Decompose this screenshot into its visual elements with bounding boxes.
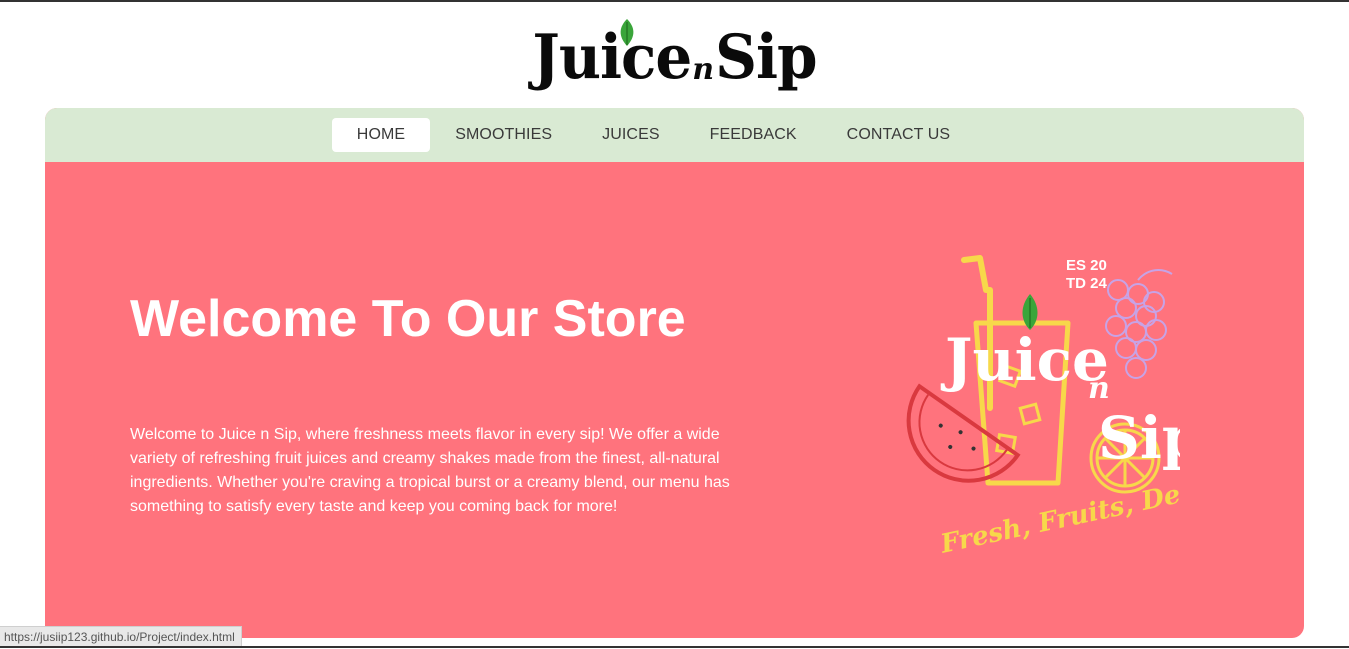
logo-word-juice: Juice (532, 21, 692, 93)
nav-item-home[interactable]: HOME (331, 118, 431, 152)
logo-word-n: n (692, 51, 715, 87)
main-navigation: HOME SMOOTHIES JUICES FEEDBACK CONTACT U… (45, 108, 1304, 162)
logo-word-sip: Sip (1098, 404, 1180, 472)
leaf-icon (620, 19, 634, 46)
logo-established-line2: TD 24 (1066, 275, 1108, 292)
logo-word-juice: Juice (940, 326, 1109, 394)
status-bar-url: https://jusiip123.github.io/Project/inde… (0, 626, 242, 647)
logo-word-sip: Sip (715, 21, 817, 93)
window-bottom-border (0, 646, 1349, 648)
hero-title: Welcome To Our Store (130, 290, 686, 348)
nav-list: HOME SMOOTHIES JUICES FEEDBACK CONTACT U… (331, 118, 976, 152)
nav-item-smoothies[interactable]: SMOOTHIES (430, 118, 577, 152)
juice-n-sip-brand-logo: ES 20 TD 24 Juice n Sip Fresh, Fruits, D… (906, 255, 1180, 560)
nav-item-contact-us[interactable]: CONTACT US (822, 118, 976, 152)
logo-established-line1: ES 20 (1066, 257, 1107, 274)
logo-word-n: n (1088, 371, 1110, 406)
hero-card: HOME SMOOTHIES JUICES FEEDBACK CONTACT U… (45, 108, 1304, 638)
window-top-border (0, 0, 1349, 2)
nav-item-juices[interactable]: JUICES (577, 118, 685, 152)
nav-item-feedback[interactable]: FEEDBACK (685, 118, 822, 152)
site-logo[interactable]: Juice n Sip (0, 12, 1349, 102)
hero-description: Welcome to Juice n Sip, where freshness … (130, 426, 730, 515)
